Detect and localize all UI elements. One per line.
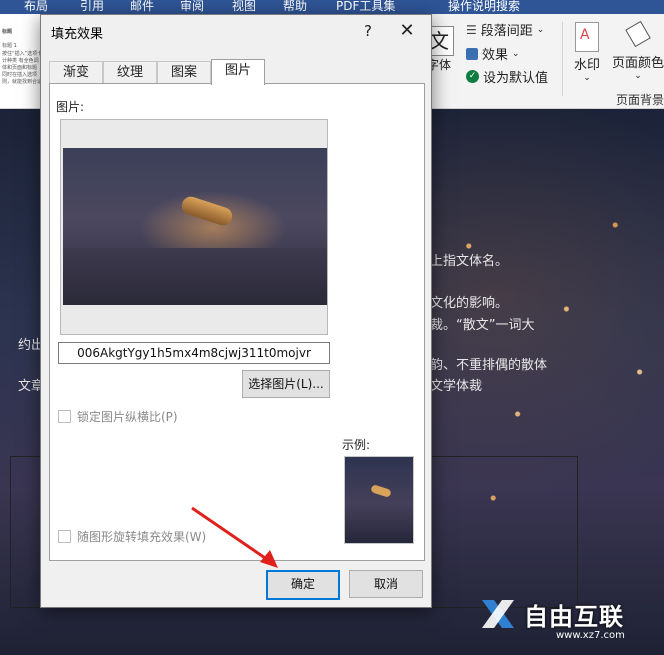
close-button[interactable]: ✕ <box>395 19 419 43</box>
paragraph-spacing-label: 段落间距 <box>480 24 533 39</box>
dialog-title: 填充效果 <box>51 27 104 42</box>
lock-aspect-label: 锁定图片纵横比(P) <box>77 410 178 424</box>
tab-pdf-tools[interactable]: PDF工具集 <box>336 0 395 14</box>
picture-label: 图片: <box>56 100 85 114</box>
document-text-line: 韵、不重排偶的散体 <box>430 358 548 373</box>
lock-aspect-checkbox[interactable] <box>58 410 71 423</box>
set-as-default-label: 设为默认值 <box>483 71 549 86</box>
red-arrow-annotation <box>191 506 278 568</box>
page-color-button[interactable]: 页面颜色 ⌄ <box>612 20 664 81</box>
document-text-line: 上指文体名。 <box>430 254 509 269</box>
effects-icon <box>466 47 478 60</box>
picture-tab-panel: 图片: 006AkgtYgy1h5mx4m8cjwj311t0mojvr 选择图… <box>49 83 425 561</box>
tab-gradient[interactable]: 渐变 <box>49 61 103 84</box>
cancel-button[interactable]: 取消 <box>349 570 423 598</box>
picture-preview-image <box>63 148 327 305</box>
tab-help[interactable]: 帮助 <box>283 0 307 14</box>
thumb-line: 标题 1 <box>2 43 17 49</box>
checkmark-icon: ✓ <box>466 70 479 83</box>
document-text-line: 文化的影响。 <box>430 296 509 311</box>
watermark-url: www.xz7.com <box>556 630 625 641</box>
style-preview-thumbnail[interactable]: 标题 标题 1 按住“插入”选项卡 计种类 有全色调 体和页面和标题 同时在插入… <box>0 14 43 108</box>
tab-picture[interactable]: 图片 <box>211 59 265 85</box>
chevron-down-icon: ⌄ <box>512 48 520 59</box>
chevron-down-icon: ⌄ <box>583 73 591 83</box>
document-text-line: 文学体裁 <box>430 379 483 394</box>
rotate-with-shape-checkbox[interactable] <box>58 530 71 543</box>
document-text-line: 裁。“散文”一词大 <box>430 318 535 333</box>
watermark-icon: A <box>575 22 599 52</box>
effects-label: 效果 <box>482 48 509 63</box>
ribbon-tab-bar: 布局 引用 邮件 审阅 视图 帮助 PDF工具集 操作说明搜索 <box>0 0 664 14</box>
lock-aspect-checkbox-row[interactable]: 锁定图片纵横比(P) <box>58 408 178 425</box>
select-picture-button[interactable]: 选择图片(L)... <box>242 370 330 398</box>
paint-bucket-icon <box>625 20 651 50</box>
picture-filename: 006AkgtYgy1h5mx4m8cjwj311t0mojvr <box>58 342 330 364</box>
thumb-line: 计种类 有全色调 <box>2 58 39 64</box>
thumb-line: 标题 <box>2 29 13 35</box>
page-background-group-label: 页面背景 <box>616 93 664 107</box>
thumb-line: 同时在插入选项 <box>2 72 38 78</box>
watermark-brand: 自由互联 <box>524 602 624 631</box>
chevron-down-icon: ⌄ <box>536 24 545 35</box>
tab-references[interactable]: 引用 <box>80 0 104 14</box>
tab-pattern[interactable]: 图案 <box>157 61 211 84</box>
watermark-button[interactable]: A 水印 ⌄ <box>574 22 601 83</box>
paragraph-spacing-icon: ☰ <box>466 22 477 37</box>
tab-layout[interactable]: 布局 <box>24 0 48 14</box>
ribbon-separator <box>562 22 563 96</box>
tell-me-search[interactable]: 操作说明搜索 <box>448 0 520 14</box>
tab-mailings[interactable]: 邮件 <box>130 0 154 14</box>
tab-view[interactable]: 视图 <box>232 0 256 14</box>
thumb-line: 体和页面和标题 <box>2 65 38 71</box>
sample-preview <box>344 456 414 544</box>
chevron-down-icon: ⌄ <box>634 71 642 81</box>
tab-review[interactable]: 审阅 <box>180 0 204 14</box>
page-color-label: 页面颜色 <box>612 56 664 71</box>
site-watermark: 自由互联 <box>478 594 624 634</box>
paragraph-spacing-button[interactable]: ☰ 段落间距 ⌄ <box>466 20 545 40</box>
thumb-line: 则，就能找到合适 <box>2 79 43 85</box>
tab-texture[interactable]: 纹理 <box>103 61 157 84</box>
picture-preview-frame <box>60 119 328 335</box>
help-button[interactable]: ? <box>357 19 379 43</box>
set-as-default-button[interactable]: ✓ 设为默认值 <box>466 67 548 86</box>
thumb-line: 按住“插入”选项卡 <box>2 51 43 57</box>
watermark-label: 水印 <box>574 58 601 73</box>
x-logo-icon <box>482 600 514 628</box>
sample-label: 示例: <box>342 438 371 452</box>
effects-button[interactable]: 效果 ⌄ <box>466 44 520 63</box>
